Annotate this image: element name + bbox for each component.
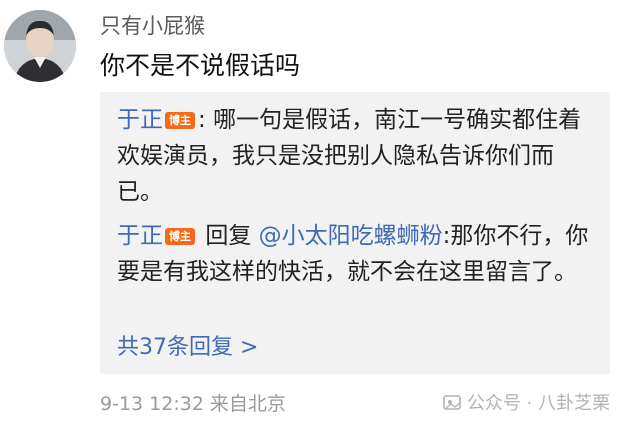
comment-time: 9-13 12:32 bbox=[100, 393, 204, 415]
author-badge: 博主 bbox=[165, 228, 195, 245]
avatar[interactable] bbox=[4, 10, 76, 82]
avatar-image bbox=[4, 10, 76, 82]
reply-word: 回复 bbox=[205, 223, 252, 249]
wechat-official-icon bbox=[443, 393, 463, 421]
reply-author[interactable]: 于正 bbox=[117, 107, 163, 133]
reply-item: 于正 博主: 哪一句是假话，南江一号确实都住着欢娱演员，我只是没把别人隐私告诉你们… bbox=[117, 102, 597, 210]
reply-mention[interactable]: @小太阳吃螺蛳粉 bbox=[259, 223, 443, 249]
reply-item: 于正 博主 回复 @小太阳吃螺蛳粉:那你不行，你要是有我这样的快活，就不会在这里留… bbox=[117, 218, 597, 290]
more-replies-link[interactable]: 共37条回复 > bbox=[117, 332, 258, 364]
reply-separator: : bbox=[198, 107, 206, 133]
reply-author[interactable]: 于正 bbox=[117, 223, 163, 249]
reply-box: 于正 博主: 哪一句是假话，南江一号确实都住着欢娱演员，我只是没把别人隐私告诉你们… bbox=[100, 92, 610, 374]
comment-text: 你不是不说假话吗 bbox=[100, 51, 301, 80]
comment-card: 只有小屁猴 你不是不说假话吗 于正 博主: 哪一句是假话，南江一号确实都住着欢娱演… bbox=[0, 0, 624, 428]
watermark-text: 公众号 · 八卦芝栗 bbox=[466, 393, 610, 414]
comment-username[interactable]: 只有小屁猴 bbox=[100, 10, 205, 42]
comment-meta: 9-13 12:32 来自北京 bbox=[100, 390, 286, 418]
author-badge: 博主 bbox=[165, 112, 195, 129]
watermark: 公众号 · 八卦芝栗 bbox=[443, 390, 610, 421]
comment-location: 来自北京 bbox=[209, 393, 286, 415]
